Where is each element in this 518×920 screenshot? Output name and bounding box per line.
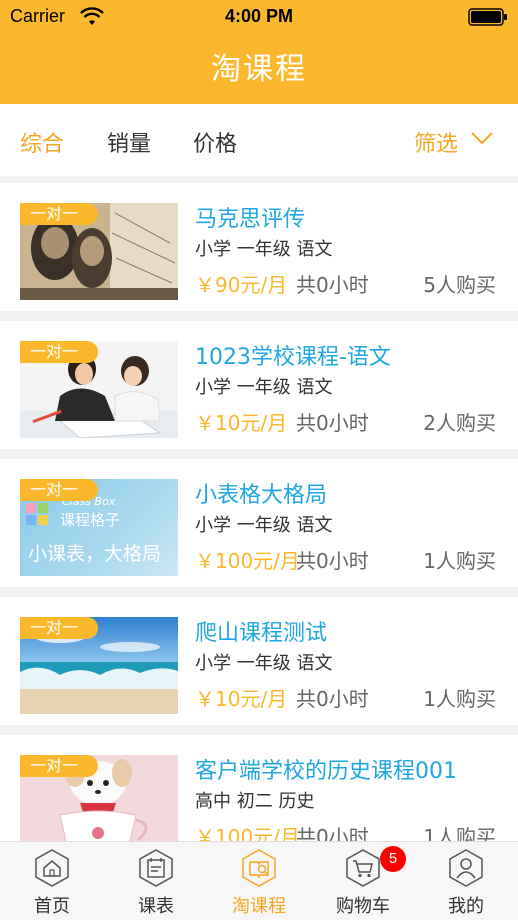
course-title[interactable]: 客户端学校的历史课程001 <box>195 753 457 785</box>
course-price: ￥10元/月 <box>195 411 288 435</box>
header: Carrier 4:00 PM 淘课程 <box>0 0 518 104</box>
course-price: ￥10元/月 <box>195 687 288 711</box>
course-item[interactable]: Class Box 课程格子 小课表，大格局 一对一 小表格大格局 小学 一年级… <box>0 459 518 587</box>
battery-icon <box>468 8 507 26</box>
tab-bar: 首页 课表 淘课程 购物车 我的 <box>0 841 518 920</box>
clock: 4:00 PM <box>224 6 294 26</box>
filter-bar: 综合 销量 价格 筛选 <box>0 104 518 176</box>
course-item[interactable]: 一对一 马克思评传 小学 一年级 语文 ￥90元/月 共0小时 5人购买 <box>0 183 518 311</box>
tab-label: 淘课程 <box>232 896 286 917</box>
filter-button[interactable]: 筛选 <box>414 126 458 158</box>
schedule-icon <box>139 849 173 887</box>
course-buyers: 2人购买 <box>423 411 496 435</box>
course-meta: 小学 一年级 语文 <box>195 377 333 398</box>
status-bar: Carrier 4:00 PM <box>0 0 518 34</box>
course-title[interactable]: 1023学校课程-语文 <box>195 339 391 371</box>
course-price: ￥90元/月 <box>195 273 288 297</box>
course-price: ￥100元/月 <box>195 549 300 573</box>
course-meta: 小学 一年级 语文 <box>195 653 333 674</box>
thumb-brand-cn: 课程格子 <box>60 511 121 529</box>
course-title[interactable]: 爬山课程测试 <box>195 615 327 647</box>
sort-price[interactable]: 价格 <box>193 126 237 158</box>
course-item[interactable]: 一对一 爬山课程测试 小学 一年级 语文 ￥10元/月 共0小时 1人购买 <box>0 597 518 725</box>
one-on-one-tag: 一对一 <box>20 341 98 363</box>
cart-badge: 5 <box>380 846 406 872</box>
user-icon <box>449 849 483 887</box>
tab-label: 购物车 <box>336 896 390 917</box>
tab-schedule[interactable]: 课表 <box>104 842 208 920</box>
cart-icon <box>346 849 380 887</box>
tab-courses[interactable]: 淘课程 <box>207 842 311 920</box>
course-buyers: 1人购买 <box>423 549 496 573</box>
sort-comprehensive[interactable]: 综合 <box>20 126 64 158</box>
one-on-one-tag: 一对一 <box>20 203 98 225</box>
course-hours: 共0小时 <box>296 411 369 435</box>
course-meta: 高中 初二 历史 <box>195 791 315 812</box>
thumb-slogan: 小课表，大格局 <box>28 543 162 565</box>
course-hours: 共0小时 <box>296 687 369 711</box>
one-on-one-tag: 一对一 <box>20 755 98 777</box>
chevron-down-icon[interactable] <box>470 130 494 146</box>
course-item[interactable]: 一对一 1023学校课程-语文 小学 一年级 语文 ￥10元/月 共0小时 2人… <box>0 321 518 449</box>
one-on-one-tag: 一对一 <box>20 617 98 639</box>
course-buyers: 5人购买 <box>423 273 496 297</box>
classbox-logo <box>26 503 48 525</box>
home-icon <box>35 849 69 887</box>
tab-home[interactable]: 首页 <box>0 842 104 920</box>
tab-label: 课表 <box>138 896 174 917</box>
tab-me[interactable]: 我的 <box>414 842 518 920</box>
one-on-one-tag: 一对一 <box>20 479 98 501</box>
tab-label: 我的 <box>448 896 484 917</box>
course-meta: 小学 一年级 语文 <box>195 239 333 260</box>
sort-sales[interactable]: 销量 <box>107 126 151 158</box>
course-title[interactable]: 小表格大格局 <box>195 477 327 509</box>
course-hours: 共0小时 <box>296 273 369 297</box>
course-meta: 小学 一年级 语文 <box>195 515 333 536</box>
tab-label: 首页 <box>34 896 70 917</box>
course-hours: 共0小时 <box>296 549 369 573</box>
course-search-icon <box>242 849 276 887</box>
page-title: 淘课程 <box>211 52 307 87</box>
course-buyers: 1人购买 <box>423 687 496 711</box>
course-title[interactable]: 马克思评传 <box>195 201 305 233</box>
